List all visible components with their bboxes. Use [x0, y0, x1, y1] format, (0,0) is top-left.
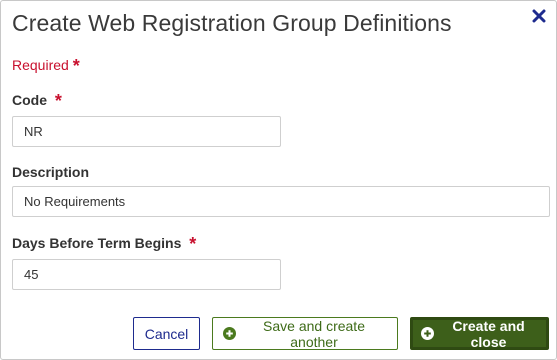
required-note-text: Required — [12, 57, 69, 73]
required-asterisk: * — [72, 56, 80, 76]
save-and-create-another-label: Save and create another — [263, 317, 365, 350]
cancel-button[interactable]: Cancel — [133, 317, 200, 350]
create-dialog: Create Web Registration Group Definition… — [0, 0, 557, 360]
save-and-create-another-button[interactable]: Save and create another — [212, 317, 398, 350]
create-and-close-label: Create and close — [452, 317, 525, 350]
days-before-input[interactable] — [12, 259, 281, 290]
create-and-close-button[interactable]: Create and close — [410, 317, 549, 350]
days-before-label-text: Days Before Term Begins — [12, 235, 182, 251]
cancel-button-label: Cancel — [144, 325, 189, 342]
dialog-title: Create Web Registration Group Definition… — [12, 10, 452, 36]
days-before-label: Days Before Term Begins * — [12, 235, 196, 253]
description-label-text: Description — [12, 164, 90, 180]
plus-circle-icon — [223, 327, 236, 340]
code-label-text: Code — [12, 92, 47, 108]
required-note: Required * — [12, 57, 80, 75]
plus-circle-icon — [421, 327, 434, 340]
close-icon[interactable] — [532, 9, 546, 23]
days-before-required-asterisk: * — [189, 234, 197, 254]
description-label: Description — [12, 164, 89, 180]
code-input[interactable] — [12, 116, 281, 147]
code-label: Code * — [12, 92, 62, 110]
description-input[interactable] — [12, 186, 550, 217]
code-required-asterisk: * — [54, 91, 62, 111]
